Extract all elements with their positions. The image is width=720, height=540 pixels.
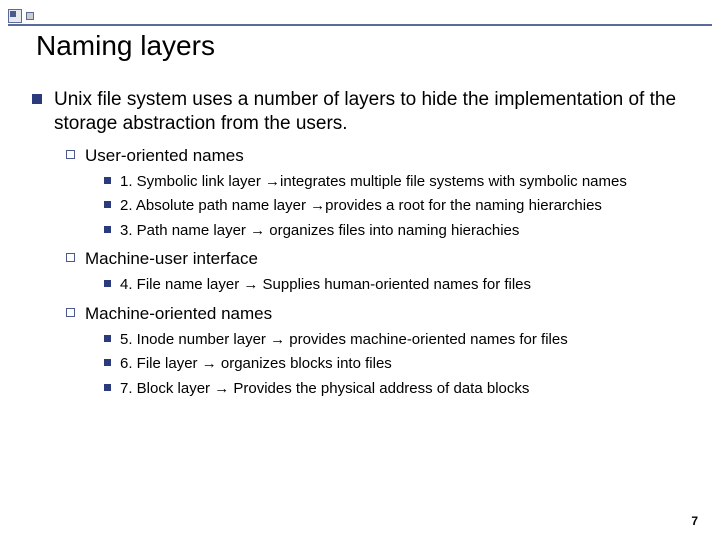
hollow-square-bullet-icon (66, 308, 75, 317)
list-item-text: 4. File name layer → Supplies human-orie… (120, 275, 531, 295)
section-heading: Machine-oriented names (66, 303, 690, 325)
main-bullet: Unix file system uses a number of layers… (32, 88, 690, 137)
small-square-bullet-icon (104, 226, 111, 233)
list-item: 3. Path name layer → organizes files int… (104, 221, 690, 241)
small-square-bullet-icon (104, 359, 111, 366)
small-square-bullet-icon (104, 384, 111, 391)
small-square-bullet-icon (104, 201, 111, 208)
list-item-text: 2. Absolute path name layer →provides a … (120, 196, 602, 216)
list-item-text: 7. Block layer → Provides the physical a… (120, 379, 529, 399)
small-square-bullet-icon (104, 280, 111, 287)
decoration-square-icon (8, 9, 22, 23)
section-heading: User-oriented names (66, 145, 690, 167)
list-item-text: 5. Inode number layer → provides machine… (120, 330, 568, 350)
main-bullet-text: Unix file system uses a number of layers… (54, 88, 690, 137)
header-decoration (8, 8, 38, 24)
filled-square-bullet-icon (32, 94, 42, 104)
list-item: 1. Symbolic link layer →integrates multi… (104, 172, 690, 192)
section-heading-text: Machine-oriented names (85, 303, 272, 325)
list-item: 5. Inode number layer → provides machine… (104, 330, 690, 350)
header-divider (8, 24, 712, 26)
section-heading-text: User-oriented names (85, 145, 244, 167)
list-item: 4. File name layer → Supplies human-orie… (104, 275, 690, 295)
list-item-text: 1. Symbolic link layer →integrates multi… (120, 172, 627, 192)
slide-title: Naming layers (36, 30, 215, 62)
small-square-bullet-icon (104, 177, 111, 184)
small-square-bullet-icon (104, 335, 111, 342)
list-item-text: 6. File layer → organizes blocks into fi… (120, 354, 392, 374)
decoration-small-square-icon (26, 12, 34, 20)
list-item: 2. Absolute path name layer →provides a … (104, 196, 690, 216)
list-item: 6. File layer → organizes blocks into fi… (104, 354, 690, 374)
list-item-text: 3. Path name layer → organizes files int… (120, 221, 519, 241)
hollow-square-bullet-icon (66, 253, 75, 262)
list-item: 7. Block layer → Provides the physical a… (104, 379, 690, 399)
section-heading-text: Machine-user interface (85, 248, 258, 270)
slide-content: Unix file system uses a number of layers… (32, 88, 690, 398)
page-number: 7 (691, 514, 698, 528)
section-heading: Machine-user interface (66, 248, 690, 270)
hollow-square-bullet-icon (66, 150, 75, 159)
